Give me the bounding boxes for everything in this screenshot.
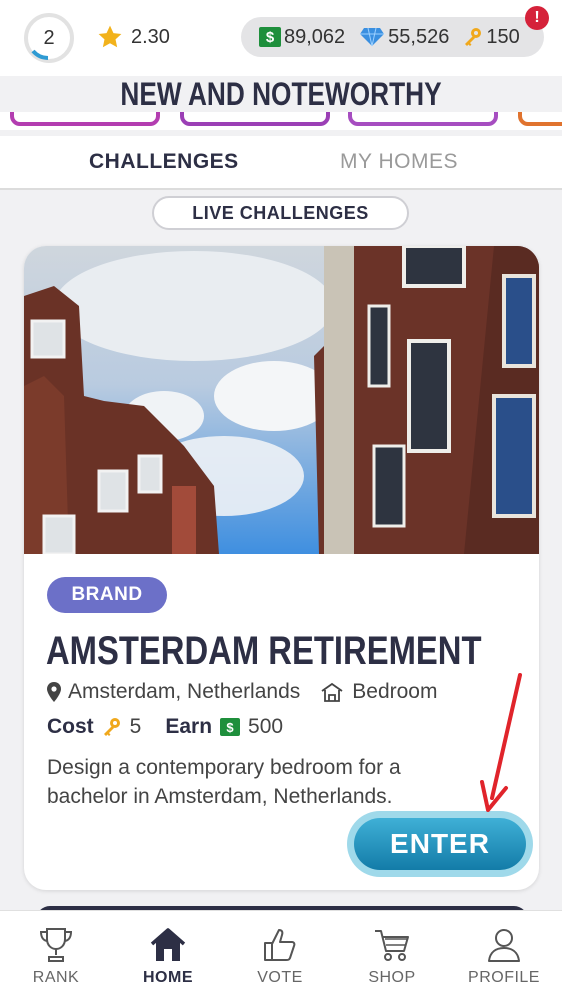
key-icon [103, 718, 120, 736]
challenge-title: AMSTERDAM RETIREMENT [46, 629, 482, 673]
featured-tile[interactable] [180, 112, 330, 126]
user-icon [488, 929, 520, 962]
nav-vote[interactable]: VOTE [224, 911, 336, 1000]
live-challenges-button[interactable]: LIVE CHALLENGES [152, 196, 409, 230]
rating: 2.30 [97, 24, 170, 50]
alert-badge[interactable]: ! [525, 6, 549, 30]
house-outline-icon [321, 682, 343, 702]
trophy-icon [39, 928, 73, 962]
enter-button[interactable]: ENTER [347, 811, 533, 877]
level-badge[interactable]: 2 [24, 13, 74, 63]
earn-label: Earn [165, 715, 213, 738]
tab-my-homes[interactable]: MY HOMES [340, 150, 458, 174]
diamond-icon [360, 27, 385, 47]
nav-vote-label: VOTE [257, 969, 303, 986]
challenge-description: Design a contemporary bedroom for a bach… [47, 756, 401, 808]
cost-earn-row: Cost 5 Earn $ 500 [47, 715, 283, 739]
cash-balance: $ 89,062 [259, 26, 345, 49]
page-title: NEW AND NOTEWORTHY [120, 76, 442, 112]
nav-shop[interactable]: SHOP [336, 911, 448, 1000]
rating-value: 2.30 [131, 25, 170, 48]
tab-bar: CHALLENGES MY HOMES [0, 136, 562, 190]
featured-tile[interactable] [348, 112, 498, 126]
nav-home-label: HOME [143, 969, 193, 986]
nav-rank[interactable]: RANK [0, 911, 112, 1000]
location-text: Amsterdam, Netherlands [68, 680, 301, 703]
location: Amsterdam, Netherlands [47, 680, 300, 704]
nav-rank-label: RANK [32, 969, 80, 986]
nav-profile[interactable]: PROFILE [448, 911, 560, 1000]
nav-profile-label: PROFILE [468, 969, 540, 986]
featured-tile[interactable] [518, 112, 562, 126]
home-icon [150, 928, 186, 961]
earn-value: 500 [248, 715, 284, 738]
challenge-card[interactable]: BRAND AMSTERDAM RETIREMENT Amsterdam, Ne… [24, 246, 539, 890]
red-arrow-annotation [480, 673, 522, 812]
tab-challenges[interactable]: CHALLENGES [89, 150, 239, 174]
diamond-balance: 55,526 [359, 26, 449, 49]
cost-label: Cost [47, 715, 94, 738]
cart-icon [375, 930, 409, 961]
cash-icon: $ [220, 718, 241, 736]
featured-carousel[interactable] [0, 112, 562, 130]
brand-tag: BRAND [47, 577, 167, 613]
key-value: 150 [486, 25, 520, 48]
enter-button-label[interactable]: ENTER [354, 818, 526, 870]
featured-tile[interactable] [10, 112, 160, 126]
thumbs-up-icon [264, 929, 296, 961]
key-balance: 150 [463, 25, 520, 49]
cash-icon: $ [259, 27, 281, 47]
key-icon [465, 28, 482, 46]
diamond-value: 55,526 [388, 25, 450, 48]
nav-shop-label: SHOP [368, 969, 416, 986]
nav-home[interactable]: HOME [112, 911, 224, 1000]
currency-bar[interactable]: $ 89,062 55,526 150 [241, 17, 544, 57]
challenge-photo [24, 246, 539, 554]
cost-value: 5 [129, 715, 142, 738]
room-text: Bedroom [352, 680, 438, 703]
top-bar: 2 2.30 $ 89,062 55,526 150 ! [0, 0, 562, 76]
star-icon [98, 25, 122, 48]
level-number: 2 [43, 26, 55, 49]
challenge-meta: Amsterdam, Netherlands Bedroom [47, 680, 437, 704]
cash-value: 89,062 [284, 25, 346, 48]
room-type: Bedroom [320, 680, 437, 704]
bottom-nav: RANK HOME VOTE SHOP PROFILE [0, 910, 562, 1000]
location-pin-icon [47, 682, 61, 702]
